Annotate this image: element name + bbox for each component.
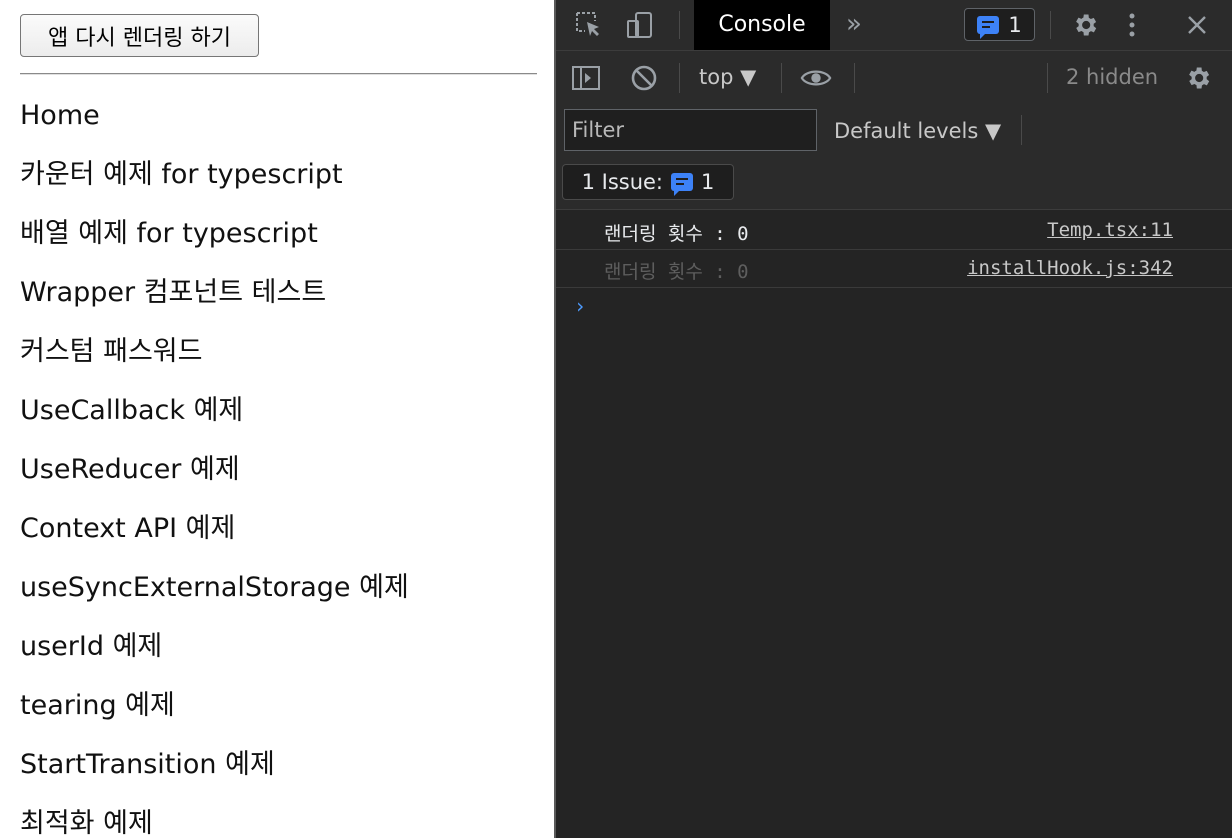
nav-link-context-api[interactable]: Context API 예제 <box>20 507 409 566</box>
toolbar-separator <box>1047 63 1048 93</box>
nav-link-usereducer[interactable]: UseReducer 예제 <box>20 448 409 507</box>
toolbar-separator <box>854 63 855 93</box>
nav-link-optimization[interactable]: 최적화 예제 <box>20 802 409 838</box>
device-toggle-icon[interactable] <box>624 10 656 40</box>
toolbar-separator <box>679 63 680 93</box>
settings-icon[interactable] <box>1069 10 1101 40</box>
devtools-tabbar: Console » 1 <box>556 0 1232 51</box>
issues-badge-button[interactable]: 1 <box>964 8 1035 41</box>
more-tabs-icon[interactable]: » <box>846 10 862 38</box>
nav-link-home[interactable]: Home <box>20 94 409 153</box>
horizontal-rule <box>20 73 537 75</box>
nav-link-custom-password[interactable]: 커스텀 패스워드 <box>20 330 409 389</box>
toolbar-separator <box>679 11 680 39</box>
log-levels-select[interactable]: Default levels ▼ <box>834 119 1001 143</box>
nav-link-starttransition[interactable]: StartTransition 예제 <box>20 743 409 802</box>
nav-link-array[interactable]: 배열 예제 for typescript <box>20 212 409 271</box>
context-select[interactable]: top ▼ <box>699 65 756 89</box>
log-entry: 랜더링 횟수 : 0 installHook.js:342 <box>556 250 1232 288</box>
close-icon[interactable] <box>1181 10 1213 40</box>
console-log-list: 랜더링 횟수 : 0 Temp.tsx:11 랜더링 횟수 : 0 instal… <box>556 212 1232 288</box>
toolbar-separator <box>781 63 782 93</box>
nav-link-usesyncexternalstorage[interactable]: useSyncExternalStorage 예제 <box>20 566 409 625</box>
issue-count-value: 1 <box>701 170 715 194</box>
console-prompt[interactable]: › <box>574 294 586 318</box>
nav-list: Home 카운터 예제 for typescript 배열 예제 for typ… <box>20 94 409 838</box>
console-toolbar: top ▼ 2 hidden <box>556 51 1232 105</box>
nav-link-wrapper[interactable]: Wrapper 컴포넌트 테스트 <box>20 271 409 330</box>
app-page: 앱 다시 렌더링 하기 Home 카운터 예제 for typescript 배… <box>0 0 554 838</box>
toolbar-separator <box>1021 115 1022 145</box>
issue-bar: 1 Issue: 1 <box>556 157 1232 210</box>
rerender-app-button[interactable]: 앱 다시 렌더링 하기 <box>20 14 259 57</box>
inspect-icon[interactable] <box>573 10 605 40</box>
eye-icon[interactable] <box>800 63 832 93</box>
toolbar-separator <box>1050 11 1051 39</box>
nav-link-tearing[interactable]: tearing 예제 <box>20 684 409 743</box>
sidebar-toggle-icon[interactable] <box>570 63 602 93</box>
filter-input[interactable] <box>564 109 817 151</box>
clear-console-icon[interactable] <box>628 63 660 93</box>
tab-console[interactable]: Console <box>694 0 830 50</box>
hidden-messages-count: 2 hidden <box>1066 65 1159 89</box>
kebab-menu-icon[interactable] <box>1116 10 1148 40</box>
log-entry: 랜더링 횟수 : 0 Temp.tsx:11 <box>556 212 1232 250</box>
nav-link-usecallback[interactable]: UseCallback 예제 <box>20 389 409 448</box>
chat-bubble-icon <box>977 15 1000 39</box>
chat-bubble-icon <box>671 173 694 196</box>
console-settings-icon[interactable] <box>1182 63 1214 93</box>
log-source-link[interactable]: installHook.js:342 <box>967 257 1173 279</box>
log-source-link[interactable]: Temp.tsx:11 <box>1047 219 1173 241</box>
filter-bar: Default levels ▼ <box>556 105 1232 157</box>
nav-link-counter[interactable]: 카운터 예제 for typescript <box>20 153 409 212</box>
issue-count-button[interactable]: 1 Issue: 1 <box>562 164 734 200</box>
issues-badge-count: 1 <box>1008 12 1022 37</box>
devtools-panel: Console » 1 top ▼ 2 hidden Filter Defaul… <box>556 0 1232 838</box>
nav-link-userid[interactable]: userId 예제 <box>20 625 409 684</box>
log-message: 랜더링 횟수 : 0 <box>604 223 749 245</box>
log-message: 랜더링 횟수 : 0 <box>604 261 749 283</box>
issue-count-label: 1 Issue: <box>581 170 664 194</box>
